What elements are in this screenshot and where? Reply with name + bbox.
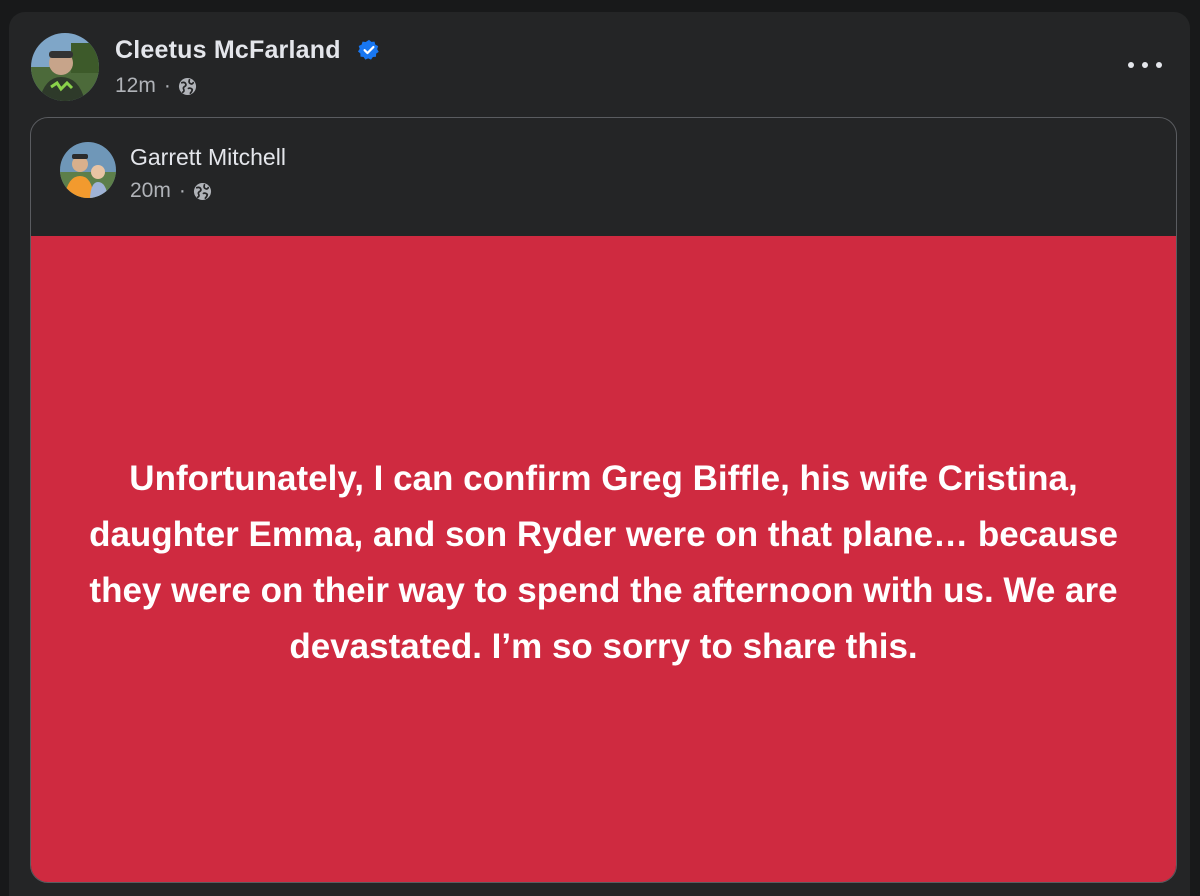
more-options-button[interactable]: [1128, 58, 1162, 72]
shared-author-avatar[interactable]: [60, 142, 116, 198]
shared-post[interactable]: Garrett Mitchell 20m · Unfortunately, I …: [30, 117, 1177, 883]
meta-separator: ·: [178, 179, 186, 202]
dot-icon: [1128, 62, 1134, 68]
shared-post-meta: 20m ·: [130, 179, 212, 203]
dot-icon: [1142, 62, 1148, 68]
text-post-background: Unfortunately, I can confirm Greg Biffle…: [31, 236, 1176, 882]
shared-author-name[interactable]: Garrett Mitchell: [130, 144, 286, 171]
verified-badge-icon: [358, 39, 379, 60]
dot-icon: [1156, 62, 1162, 68]
shared-post-text: Unfortunately, I can confirm Greg Biffle…: [89, 459, 1118, 666]
author-name[interactable]: Cleetus McFarland: [115, 36, 341, 65]
post-card: Cleetus McFarland 12m · Garrett Mitchell…: [9, 12, 1190, 896]
post-header: Cleetus McFarland 12m ·: [9, 12, 1190, 122]
post-timestamp[interactable]: 12m: [115, 74, 156, 98]
page: Cleetus McFarland 12m · Garrett Mitchell…: [0, 0, 1200, 896]
author-avatar[interactable]: [31, 33, 99, 101]
post-meta: 12m ·: [115, 74, 197, 98]
globe-icon[interactable]: [178, 77, 197, 96]
shared-post-timestamp[interactable]: 20m: [130, 179, 171, 203]
meta-separator: ·: [163, 74, 171, 97]
shared-post-header: Garrett Mitchell 20m ·: [31, 118, 1176, 236]
globe-icon[interactable]: [193, 182, 212, 201]
